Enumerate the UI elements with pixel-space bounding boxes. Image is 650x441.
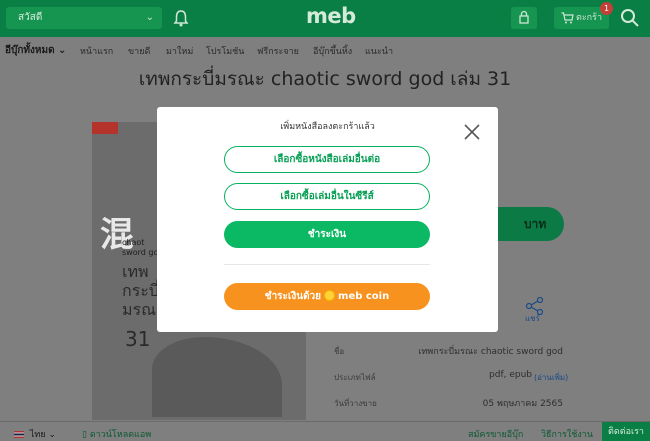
thai-flag-icon [14, 431, 24, 438]
phone-icon: ▯ [82, 430, 87, 440]
cart-icon [561, 12, 574, 24]
cover-volume-number: 31 [125, 327, 151, 351]
library-button[interactable] [511, 7, 537, 29]
cover-english-title: chaot sword go [122, 238, 158, 258]
added-to-cart-modal: เพิ่มหนังสือลงตะกร้าแล้ว เลือกซื้อหนังสื… [157, 107, 498, 332]
contact-button[interactable]: ติดต่อเรา [602, 422, 650, 441]
how-to-use-link[interactable]: วิธีการใช้งาน [541, 427, 593, 441]
language-label: ไทย [29, 430, 46, 440]
cover-illustration [152, 337, 282, 417]
shop-series-button[interactable]: เลือกซื้อเล่มอื่นในซีรีส์ [224, 183, 430, 210]
modal-title: เพิ่มหนังสือลงตะกร้าแล้ว [280, 122, 375, 132]
cover-badge [92, 122, 118, 134]
share-label: แชร์ [525, 314, 540, 323]
info-label-name: ชื่อ [334, 347, 345, 356]
search-icon[interactable] [620, 8, 640, 28]
pay-with-meb-coin-button[interactable]: ชำระเงินด้วย meb coin [224, 283, 430, 310]
download-app-link[interactable]: ▯ ดาวน์โหลดแอพ [82, 427, 151, 441]
meb-logo[interactable]: meb [306, 4, 356, 28]
nav-item-new[interactable]: มาใหม่ [166, 44, 193, 58]
pay-with-coin-prefix: ชำระเงินด้วย [264, 291, 322, 302]
download-app-label: ดาวน์โหลดแอพ [89, 430, 152, 440]
lock-icon [519, 10, 529, 24]
pay-with-coin-suffix: meb coin [338, 291, 390, 302]
nav-item-bestseller[interactable]: ขายดี [128, 44, 150, 58]
meb-coin-icon [324, 290, 336, 301]
info-value-release-date: 05 พฤษภาคม 2565 [482, 399, 563, 409]
cover-english-line2: sword go [122, 248, 159, 257]
info-value-filetype: pdf, epub [489, 370, 532, 380]
close-icon[interactable] [463, 123, 481, 141]
nav-all-books[interactable]: อีบุ๊กทั้งหมด ⌄ [5, 43, 66, 58]
modal-divider [224, 264, 430, 265]
nav-item-recommend[interactable]: แนะนำ [365, 44, 393, 58]
cart-count-badge: 1 [600, 2, 613, 15]
info-label-release-date: วันที่วางขาย [334, 399, 377, 408]
language-selector[interactable]: ไทย ⌄ [14, 427, 56, 441]
info-filetype-more-link[interactable]: (อ่านเพิ่ม) [534, 371, 568, 384]
chevron-down-icon: ⌄ [48, 430, 57, 440]
cart-label: ตะกร้า [576, 13, 603, 23]
search-dropdown[interactable]: สวัสดี ⌄ [6, 7, 162, 29]
cover-english-line1: chaot [122, 238, 145, 247]
bell-icon[interactable] [173, 9, 189, 27]
chevron-down-icon: ⌄ [145, 12, 154, 23]
nav-item-shelf[interactable]: อีบุ๊กขึ้นหิ้ง [313, 44, 352, 58]
bottom-bar: ไทย ⌄ ▯ ดาวน์โหลดแอพ สมัครขายอีบุ๊ก วิธี… [0, 421, 650, 441]
category-nav: อีบุ๊กทั้งหมด ⌄ หน้าแรก ขายดี มาใหม่ โปร… [0, 37, 650, 62]
search-dropdown-label: สวัสดี [18, 12, 43, 23]
nav-item-free[interactable]: ฟรีกระจาย [257, 44, 299, 58]
price-suffix: บาท [524, 217, 547, 231]
info-value-name: เทพกระบี่มรณะ chaotic sword god [418, 347, 563, 357]
nav-item-promotion[interactable]: โปรโมชัน [206, 44, 244, 58]
top-bar: สวัสดี ⌄ meb ตะกร้า 1 [0, 0, 650, 37]
info-label-filetype: ประเภทไฟล์ [334, 373, 376, 382]
register-seller-link[interactable]: สมัครขายอีบุ๊ก [468, 427, 523, 441]
nav-item-home[interactable]: หน้าแรก [80, 44, 113, 58]
continue-shopping-button[interactable]: เลือกซื้อหนังสือเล่มอื่นต่อ [224, 146, 430, 173]
chevron-down-icon: ⌄ [58, 45, 67, 56]
book-title: เทพกระบี่มรณะ chaotic sword god เล่ม 31 [138, 68, 512, 90]
checkout-button[interactable]: ชำระเงิน [224, 221, 430, 248]
nav-all-books-label: อีบุ๊กทั้งหมด [5, 45, 55, 56]
